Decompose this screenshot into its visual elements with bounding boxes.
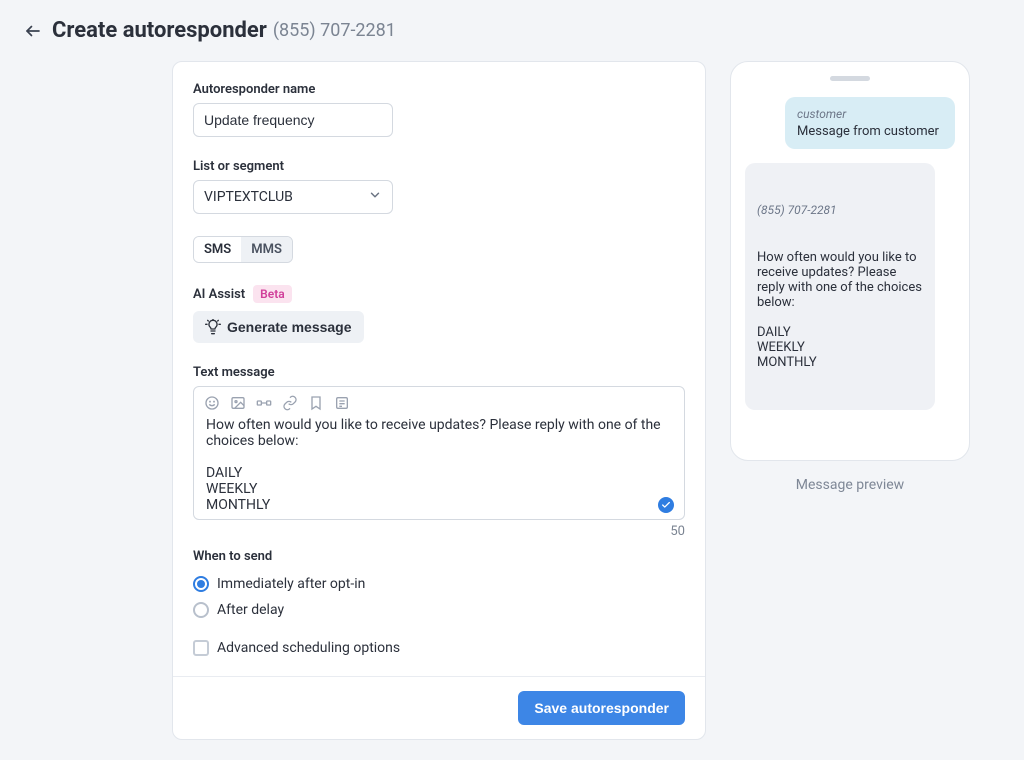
template-icon[interactable] bbox=[334, 395, 350, 411]
list-select[interactable]: VIPTEXTCLUB bbox=[193, 180, 393, 214]
section-textmsg: Text message bbox=[193, 365, 685, 539]
section-type: SMS MMS bbox=[193, 236, 685, 263]
emoji-icon[interactable] bbox=[204, 395, 220, 411]
merge-field-icon[interactable] bbox=[256, 395, 272, 411]
name-input[interactable] bbox=[193, 103, 393, 137]
opt-delay-label: After delay bbox=[217, 602, 284, 618]
beta-badge: Beta bbox=[253, 285, 292, 303]
valid-check-icon bbox=[658, 497, 674, 513]
ai-assist-label: AI Assist bbox=[193, 287, 245, 302]
section-name: Autoresponder name bbox=[193, 82, 685, 137]
page-title: Create autoresponder bbox=[52, 18, 267, 43]
reply-from: (855) 707-2281 bbox=[757, 203, 923, 217]
advanced-label: Advanced scheduling options bbox=[217, 640, 400, 656]
preview-panel: customer Message from customer (855) 707… bbox=[730, 61, 970, 740]
reply-bubble: (855) 707-2281 How often would you like … bbox=[745, 163, 935, 410]
customer-from: customer bbox=[797, 107, 943, 121]
opt-immediate[interactable]: Immediately after opt-in bbox=[193, 576, 685, 592]
section-when: When to send Immediately after opt-in Af… bbox=[193, 549, 685, 618]
form-footer: Save autoresponder bbox=[173, 676, 705, 739]
when-label: When to send bbox=[193, 549, 685, 564]
textmsg-label: Text message bbox=[193, 365, 685, 380]
opt-immediate-label: Immediately after opt-in bbox=[217, 576, 365, 592]
form-card: Autoresponder name List or segment VIPTE… bbox=[172, 61, 706, 740]
device-frame: customer Message from customer (855) 707… bbox=[730, 61, 970, 461]
list-label: List or segment bbox=[193, 159, 685, 174]
lightbulb-icon bbox=[205, 319, 221, 335]
preview-caption: Message preview bbox=[730, 477, 970, 493]
section-ai: AI Assist Beta Generate message bbox=[193, 285, 685, 343]
back-button[interactable] bbox=[22, 20, 44, 42]
chevron-down-icon bbox=[368, 188, 382, 206]
type-sms[interactable]: SMS bbox=[194, 237, 241, 262]
save-button[interactable]: Save autoresponder bbox=[518, 691, 685, 725]
advanced-checkbox-row[interactable]: Advanced scheduling options bbox=[193, 640, 685, 656]
link-icon[interactable] bbox=[282, 395, 298, 411]
arrow-left-icon bbox=[24, 22, 42, 40]
generate-label: Generate message bbox=[227, 319, 352, 335]
char-count: 50 bbox=[193, 524, 685, 539]
message-type-toggle: SMS MMS bbox=[193, 236, 293, 263]
page-subtitle-phone: (855) 707-2281 bbox=[273, 20, 396, 41]
list-selected-value: VIPTEXTCLUB bbox=[204, 189, 293, 205]
section-list: List or segment VIPTEXTCLUB bbox=[193, 159, 685, 214]
checkbox-unchecked-icon bbox=[193, 640, 209, 656]
speaker-notch-icon bbox=[830, 76, 870, 81]
message-editor bbox=[193, 386, 685, 520]
message-textarea[interactable] bbox=[194, 415, 684, 515]
customer-msg: Message from customer bbox=[797, 124, 943, 139]
generate-message-button[interactable]: Generate message bbox=[193, 311, 364, 343]
customer-bubble: customer Message from customer bbox=[785, 97, 955, 149]
section-advanced: Advanced scheduling options bbox=[193, 640, 685, 656]
bookmark-icon[interactable] bbox=[308, 395, 324, 411]
page-header: Create autoresponder (855) 707-2281 bbox=[22, 18, 1004, 43]
type-mms[interactable]: MMS bbox=[241, 237, 292, 262]
name-label: Autoresponder name bbox=[193, 82, 685, 97]
radio-unchecked-icon bbox=[193, 602, 209, 618]
reply-msg: How often would you like to receive upda… bbox=[757, 250, 923, 370]
radio-checked-icon bbox=[193, 576, 209, 592]
opt-delay[interactable]: After delay bbox=[193, 602, 685, 618]
image-icon[interactable] bbox=[230, 395, 246, 411]
editor-toolbar bbox=[194, 387, 684, 415]
